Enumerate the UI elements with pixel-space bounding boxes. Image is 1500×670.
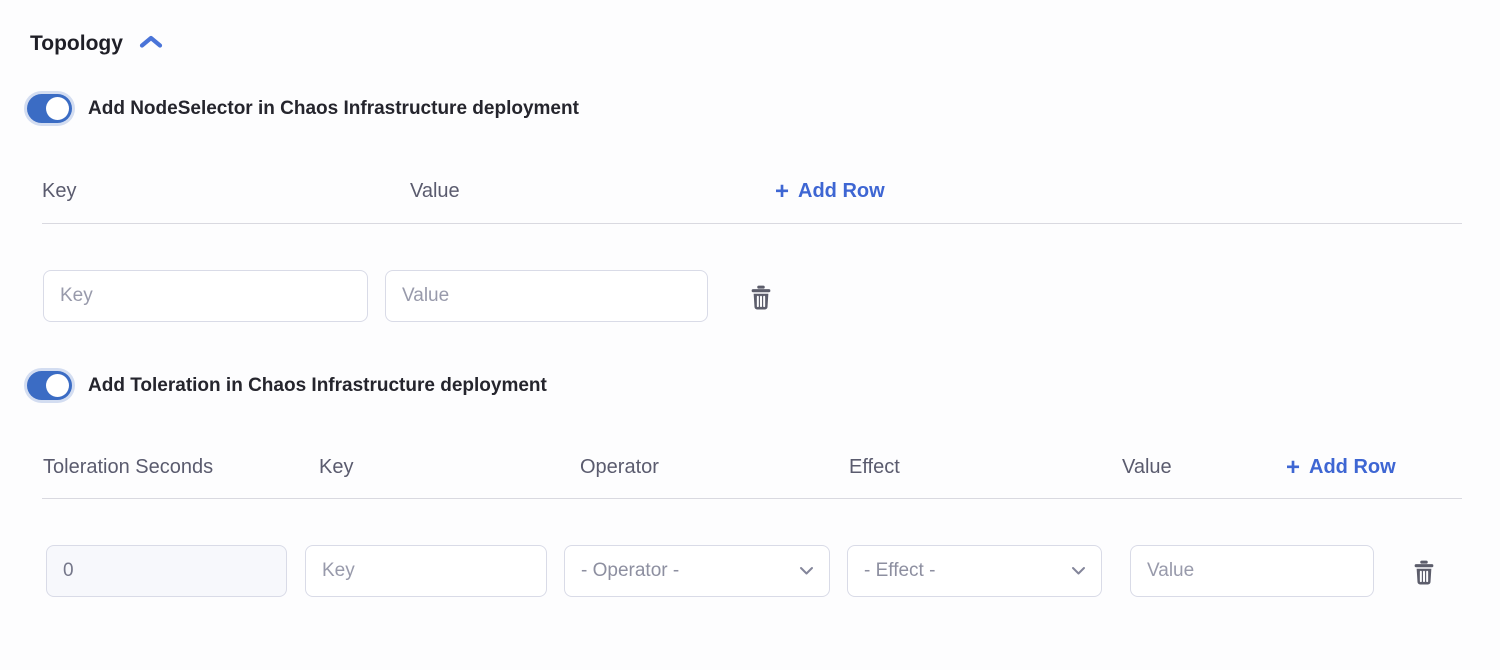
nodeselector-key-input[interactable] [43,270,368,322]
trash-icon [1410,558,1438,586]
toleration-key-input[interactable] [305,545,547,597]
page-title: Topology [30,32,123,56]
toggle-knob [46,374,69,397]
toleration-delete-row-button[interactable] [1408,556,1440,588]
column-header-value: Value [1122,456,1172,479]
toleration-add-row-button[interactable]: + Add Row [1286,456,1396,479]
toggle-knob [46,97,69,120]
nodeselector-toggle[interactable] [27,94,72,123]
topology-section-header[interactable]: Topology [30,30,164,57]
nodeselector-toggle-label: Add NodeSelector in Chaos Infrastructure… [88,98,579,120]
column-header-operator: Operator [580,456,659,479]
nodeselector-add-row-button[interactable]: + Add Row [775,180,885,203]
table-header-divider [42,498,1462,499]
collapse-chevron-icon[interactable] [138,33,164,57]
nodeselector-delete-row-button[interactable] [745,281,777,313]
table-header-divider [42,223,1462,224]
operator-select[interactable]: - Operator - [564,545,830,597]
column-header-key: Key [319,456,353,479]
column-header-key: Key [42,180,76,203]
add-row-label: Add Row [1309,456,1396,479]
column-header-toleration-seconds: Toleration Seconds [43,456,213,479]
plus-icon: + [775,182,789,202]
add-row-label: Add Row [798,180,885,203]
chevron-down-icon [1071,566,1086,576]
nodeselector-value-input[interactable] [385,270,708,322]
toleration-seconds-input[interactable] [46,545,287,597]
topology-panel: Topology Add NodeSelector in Chaos Infra… [0,0,1500,670]
column-header-value: Value [410,180,460,203]
trash-icon [747,283,775,311]
column-header-effect: Effect [849,456,900,479]
toleration-toggle-label: Add Toleration in Chaos Infrastructure d… [88,375,547,397]
effect-select[interactable]: - Effect - [847,545,1102,597]
nodeselector-toggle-row: Add NodeSelector in Chaos Infrastructure… [27,94,579,123]
toleration-toggle-row: Add Toleration in Chaos Infrastructure d… [27,371,547,400]
chevron-down-icon [799,566,814,576]
toleration-toggle[interactable] [27,371,72,400]
operator-select-value: - Operator - [581,560,679,582]
toleration-value-input[interactable] [1130,545,1374,597]
plus-icon: + [1286,458,1300,478]
effect-select-value: - Effect - [864,560,935,582]
